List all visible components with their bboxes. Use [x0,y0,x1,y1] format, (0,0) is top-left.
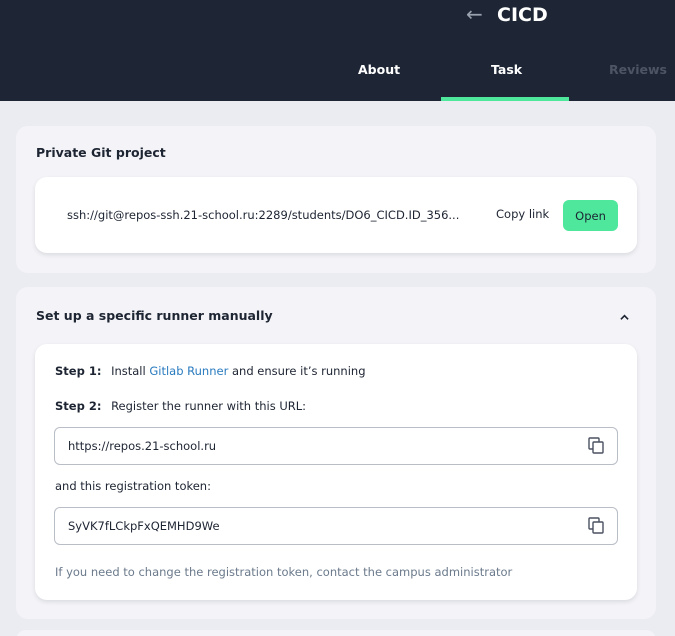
gitlab-runner-link[interactable]: Gitlab Runner [149,364,228,378]
copy-icon[interactable] [588,437,604,454]
git-project-card: ssh://git@repos-ssh.21-school.ru:2289/st… [35,177,637,253]
step-2-text: Register the runner with this URL: [111,399,307,413]
arrow-left-icon[interactable]: ← [466,2,483,26]
runner-card: Step 1: Install Gitlab Runner and ensure… [35,344,637,600]
copy-icon[interactable] [588,517,604,534]
active-tab-indicator [441,97,569,101]
step-2: Step 2: Register the runner with this UR… [55,399,306,413]
git-project-title: Private Git project [36,145,166,160]
next-panel [16,630,656,636]
registration-token-field[interactable]: SyVK7fLCkpFxQEMHD9We [54,507,618,545]
step-2-label: Step 2: [55,399,102,413]
step-1-text-before: Install [111,364,146,378]
step-1-text-after: and ensure it’s running [231,364,366,378]
open-button[interactable]: Open [563,200,618,231]
registration-token-value: SyVK7fLCkpFxQEMHD9We [68,519,220,533]
runner-title: Set up a specific runner manually [36,308,273,323]
step-1: Step 1: Install Gitlab Runner and ensure… [55,364,366,378]
tab-about[interactable]: About [358,62,400,77]
runner-url-value: https://repos.21-school.ru [68,439,217,453]
tab-task[interactable]: Task [491,62,522,77]
runner-panel: Set up a specific runner manually Step 1… [16,287,656,619]
chevron-up-icon[interactable] [620,313,629,322]
repo-url: ssh://git@repos-ssh.21-school.ru:2289/st… [67,208,460,222]
git-project-panel: Private Git project ssh://git@repos-ssh.… [16,126,656,273]
token-label: and this registration token: [55,479,211,493]
token-hint: If you need to change the registration t… [55,565,513,579]
page-title: CICD [497,4,548,26]
top-header: ← CICD About Task Reviews [0,0,675,101]
tab-reviews[interactable]: Reviews [609,62,667,77]
runner-url-field[interactable]: https://repos.21-school.ru [54,427,618,465]
copy-link-button[interactable]: Copy link [496,207,549,221]
step-1-label: Step 1: [55,364,102,378]
